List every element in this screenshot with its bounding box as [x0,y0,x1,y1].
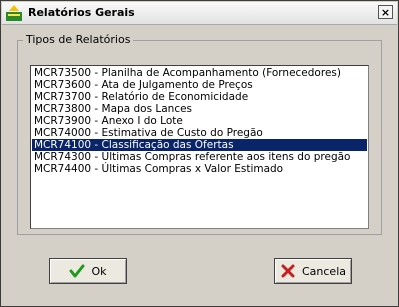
list-item[interactable]: MCR73900 - Anexo I do Lote [32,115,367,127]
dialog-window: Relatórios Gerais × Tipos de Relatórios … [0,0,399,307]
list-item[interactable]: MCR74300 - Últimas Compras referente aos… [32,151,367,163]
list-item[interactable]: MCR74400 - Últimas Compras x Valor Estim… [32,163,367,175]
app-logo-icon [6,5,22,21]
list-item[interactable]: MCR74000 - Estimativa de Custo do Pregão [32,127,367,139]
x-icon [281,264,295,278]
cancel-label: Cancela [301,264,346,278]
list-item[interactable]: MCR73800 - Mapa dos Lances [32,103,367,115]
close-button[interactable]: × [378,5,393,19]
ok-button[interactable]: Ok [49,258,127,284]
list-item[interactable]: MCR73700 - Relatório de Economicidade [32,91,367,103]
list-item[interactable]: MCR73600 - Ata de Julgamento de Preços [32,79,367,91]
list-item[interactable]: MCR73500 - Planilha de Acompanhamento (F… [32,67,367,79]
checkmark-icon [69,264,85,278]
title-bar[interactable]: Relatórios Gerais × [2,2,397,25]
list-item-selected[interactable]: MCR74100 - Classificação das Ofertas [32,139,367,151]
window-title: Relatórios Gerais [28,6,135,19]
group-label: Tipos de Relatórios [23,33,134,46]
cancel-button[interactable]: Cancela [274,258,352,284]
report-list[interactable]: MCR73500 - Planilha de Acompanhamento (F… [30,65,369,229]
ok-label: Ok [91,264,107,278]
